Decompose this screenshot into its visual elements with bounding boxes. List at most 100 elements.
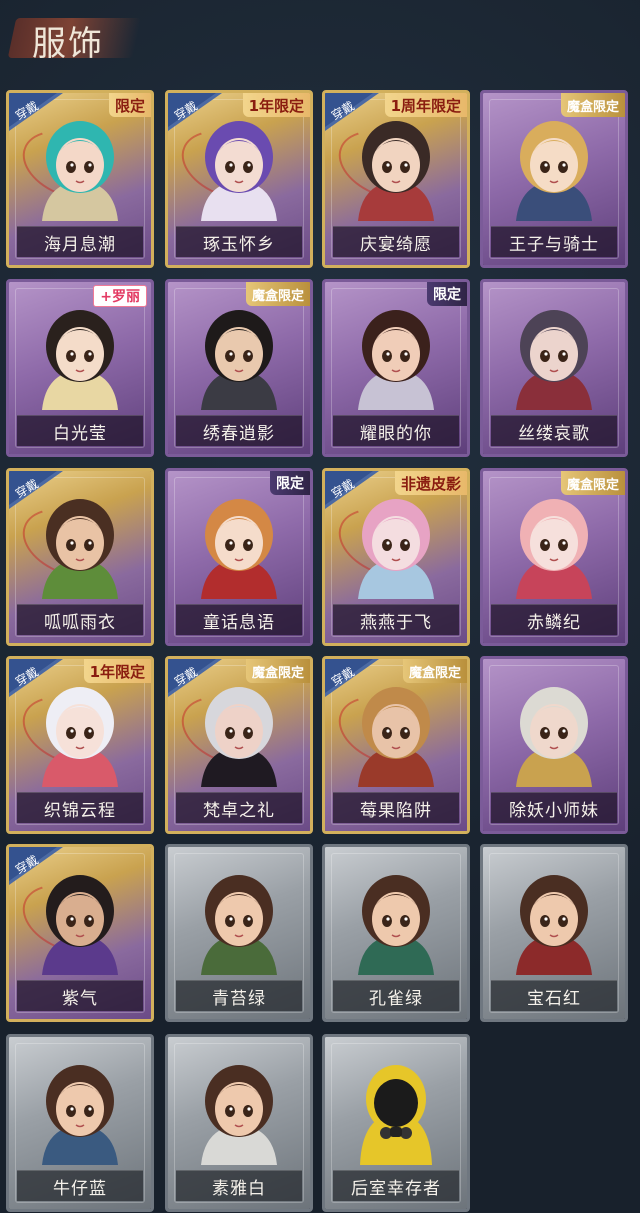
limited-tag: 限定 xyxy=(270,471,310,495)
card-name-bar: 海月息潮 xyxy=(17,226,143,257)
costume-card[interactable]: 丝缕哀歌 xyxy=(480,279,628,457)
costume-name: 耀眼的你 xyxy=(360,423,432,444)
character-portrait xyxy=(34,1055,126,1165)
costume-name: 牛仔蓝 xyxy=(53,1178,107,1199)
costume-name: 素雅白 xyxy=(212,1178,266,1199)
limited-tag: 非遗皮影 xyxy=(394,471,467,495)
card-name-bar: 织锦云程 xyxy=(17,792,143,823)
costume-name: 琢玉怀乡 xyxy=(203,234,275,255)
character-portrait xyxy=(350,1055,442,1165)
costume-name: 梵卓之礼 xyxy=(203,800,275,821)
worn-badge: 穿戴 xyxy=(168,659,222,697)
card-name-bar: 燕燕于飞 xyxy=(333,604,459,635)
card-name-bar: 除妖小师妹 xyxy=(491,792,617,823)
card-name-bar: 宝石红 xyxy=(491,980,617,1011)
costume-card[interactable]: 1年限定 穿戴琢玉怀乡 xyxy=(165,90,313,268)
costume-name: 白光莹 xyxy=(53,423,107,444)
card-name-bar: 耀眼的你 xyxy=(333,415,459,446)
costume-card[interactable]: 魔盒限定绣春逍影 xyxy=(165,279,313,457)
costume-card[interactable]: 后室幸存者 xyxy=(322,1034,470,1212)
costume-card[interactable]: 孔雀绿 xyxy=(322,844,470,1022)
limited-tag: 魔盒限定 xyxy=(560,93,625,117)
card-name-bar: 绣春逍影 xyxy=(176,415,302,446)
costume-card[interactable]: 魔盒限定 穿戴梵卓之礼 xyxy=(165,656,313,834)
worn-badge: 穿戴 xyxy=(9,93,63,131)
worn-badge: 穿戴 xyxy=(9,847,63,885)
limited-tag: 限定 xyxy=(427,282,467,306)
card-name-bar: 孔雀绿 xyxy=(333,980,459,1011)
costume-grid: 限定 穿戴 海月息潮 1年限定 穿戴 琢玉怀乡 1周年限定 穿戴 庆宴绮愿 魔盒限定 王子与骑士 +罗… xyxy=(6,90,634,1212)
worn-badge: 穿戴 xyxy=(325,93,379,131)
costume-card[interactable]: 除妖小师妹 xyxy=(480,656,628,834)
character-portrait xyxy=(508,300,600,410)
costume-card[interactable]: 限定耀眼的你 xyxy=(322,279,470,457)
costume-card[interactable]: 1周年限定 穿戴庆宴绮愿 xyxy=(322,90,470,268)
worn-badge: 穿戴 xyxy=(168,93,222,131)
costume-card[interactable]: 1年限定 穿戴织锦云程 xyxy=(6,656,154,834)
limited-tag: 1年限定 xyxy=(242,93,310,117)
card-name-bar: 王子与骑士 xyxy=(491,226,617,257)
costume-card[interactable]: 穿戴紫气 xyxy=(6,844,154,1022)
card-name-bar: 梵卓之礼 xyxy=(176,792,302,823)
character-portrait xyxy=(193,300,285,410)
card-name-bar: 素雅白 xyxy=(176,1170,302,1201)
costume-card[interactable]: 素雅白 xyxy=(165,1034,313,1212)
costume-card[interactable]: 宝石红 xyxy=(480,844,628,1022)
character-portrait xyxy=(350,300,442,410)
costume-name: 莓果陷阱 xyxy=(360,800,432,821)
costume-card[interactable]: 牛仔蓝 xyxy=(6,1034,154,1212)
limited-tag: 魔盒限定 xyxy=(245,659,310,683)
costume-name: 青苔绿 xyxy=(212,988,266,1009)
costume-card[interactable]: 魔盒限定王子与骑士 xyxy=(480,90,628,268)
costume-card[interactable]: 魔盒限定赤鳞纪 xyxy=(480,468,628,646)
costume-name: 王子与骑士 xyxy=(509,234,599,255)
limited-tag: 魔盒限定 xyxy=(402,659,467,683)
costume-card[interactable]: 穿戴呱呱雨衣 xyxy=(6,468,154,646)
costume-name: 织锦云程 xyxy=(44,800,116,821)
costume-name: 燕燕于飞 xyxy=(360,612,432,633)
character-portrait xyxy=(508,489,600,599)
costume-card[interactable]: 非遗皮影 穿戴燕燕于飞 xyxy=(322,468,470,646)
costume-name: 童话息语 xyxy=(203,612,275,633)
card-name-bar: 莓果陷阱 xyxy=(333,792,459,823)
character-portrait xyxy=(508,865,600,975)
character-portrait xyxy=(34,300,126,410)
limited-tag: 限定 xyxy=(108,93,151,117)
costume-name: 后室幸存者 xyxy=(351,1178,441,1199)
costume-name: 丝缕哀歌 xyxy=(518,423,590,444)
costume-card[interactable]: +罗丽 白光莹 xyxy=(6,279,154,457)
card-name-bar: 后室幸存者 xyxy=(333,1170,459,1201)
costume-card[interactable]: 青苔绿 xyxy=(165,844,313,1022)
costume-name: 绣春逍影 xyxy=(203,423,275,444)
worn-badge: 穿戴 xyxy=(9,471,63,509)
character-portrait xyxy=(193,865,285,975)
costume-name: 海月息潮 xyxy=(44,234,116,255)
card-name-bar: 紫气 xyxy=(17,980,143,1011)
character-portrait xyxy=(193,489,285,599)
page-title: 服饰 xyxy=(32,24,104,64)
costume-name: 呱呱雨衣 xyxy=(44,612,116,633)
costume-name: 孔雀绿 xyxy=(369,988,423,1009)
card-name-bar: 童话息语 xyxy=(176,604,302,635)
card-name-bar: 青苔绿 xyxy=(176,980,302,1011)
limited-tag: 魔盒限定 xyxy=(560,471,625,495)
worn-badge: 穿戴 xyxy=(9,659,63,697)
section-header: 服饰 xyxy=(7,12,142,64)
costume-name: 除妖小师妹 xyxy=(509,800,599,821)
costume-card[interactable]: 限定 穿戴海月息潮 xyxy=(6,90,154,268)
card-name-bar: 赤鳞纪 xyxy=(491,604,617,635)
character-portrait xyxy=(508,677,600,787)
costume-card[interactable]: 限定童话息语 xyxy=(165,468,313,646)
costume-name: 紫气 xyxy=(62,988,98,1009)
card-name-bar: 庆宴绮愿 xyxy=(333,226,459,257)
character-portrait xyxy=(193,1055,285,1165)
limited-tag: 魔盒限定 xyxy=(245,282,310,306)
limited-tag: 1年限定 xyxy=(83,659,151,683)
character-portrait xyxy=(350,865,442,975)
card-name-bar: 呱呱雨衣 xyxy=(17,604,143,635)
worn-badge: 穿戴 xyxy=(325,471,379,509)
limited-tag: 1周年限定 xyxy=(384,93,467,117)
character-portrait xyxy=(508,111,600,221)
card-name-bar: 琢玉怀乡 xyxy=(176,226,302,257)
costume-card[interactable]: 魔盒限定 穿戴 莓果陷阱 xyxy=(322,656,470,834)
